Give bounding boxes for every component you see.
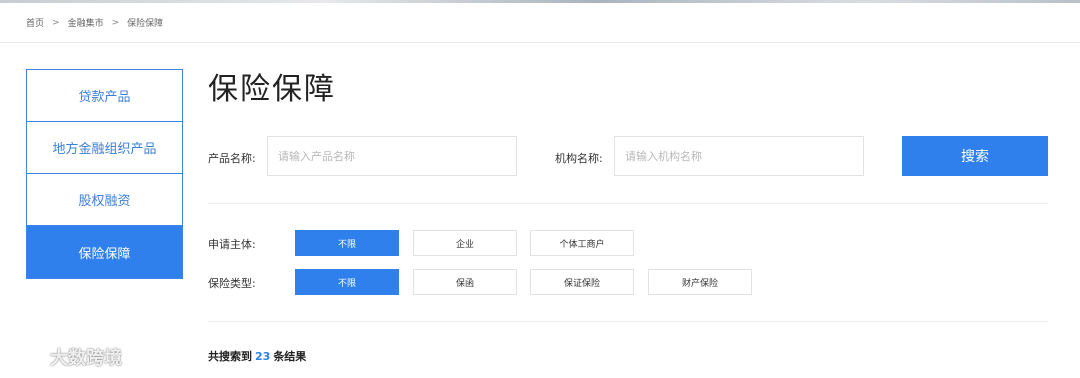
product-name-label: 产品名称: — [208, 152, 256, 165]
type-filter-label: 保险类型: — [208, 277, 256, 290]
sidebar-item-loans[interactable]: 贷款产品 — [27, 70, 182, 122]
search-button[interactable]: 搜索 — [902, 136, 1048, 176]
type-option-surety-insurance[interactable]: 保证保险 — [530, 269, 634, 295]
watermark-text: 大数跨境 — [50, 348, 122, 369]
search-divider — [208, 203, 1048, 204]
subject-option-any[interactable]: 不限 — [295, 230, 399, 256]
header-divider — [0, 42, 1080, 43]
type-option-any[interactable]: 不限 — [295, 269, 399, 295]
result-prefix: 共搜索到 — [208, 350, 252, 363]
subject-filter-label: 申请主体: — [208, 238, 256, 251]
watermark: 大数跨境 — [8, 344, 122, 370]
breadcrumb-separator: > — [111, 17, 120, 28]
type-option-guarantee[interactable]: 保函 — [413, 269, 517, 295]
result-count: 23 — [255, 350, 271, 363]
breadcrumb-finance-market[interactable]: 金融集市 — [68, 16, 104, 29]
product-name-input[interactable] — [267, 136, 517, 176]
org-name-input[interactable] — [614, 136, 864, 176]
sidebar-item-insurance[interactable]: 保险保障 — [27, 226, 182, 278]
page-title: 保险保障 — [208, 72, 336, 107]
filter-divider — [208, 321, 1048, 322]
sidebar-nav: 贷款产品 地方金融组织产品 股权融资 保险保障 — [26, 69, 183, 279]
sidebar-item-local-finance[interactable]: 地方金融组织产品 — [27, 122, 182, 174]
result-suffix: 条结果 — [273, 350, 307, 363]
subject-option-enterprise[interactable]: 企业 — [413, 230, 517, 256]
sidebar-item-equity[interactable]: 股权融资 — [27, 174, 182, 226]
breadcrumb-separator: > — [52, 17, 60, 28]
org-name-label: 机构名称: — [555, 152, 603, 165]
breadcrumb: 首页 > 金融集市 > 保险保障 — [26, 16, 164, 30]
breadcrumb-home[interactable]: 首页 — [26, 16, 44, 29]
subject-option-individual-business[interactable]: 个体工商户 — [530, 230, 634, 256]
result-summary: 共搜索到 23 条结果 — [208, 348, 306, 364]
breadcrumb-current: 保险保障 — [127, 19, 164, 29]
type-option-property-insurance[interactable]: 财产保险 — [648, 269, 752, 295]
watermark-logo-icon — [9, 349, 45, 367]
top-banner-strip — [0, 0, 1080, 3]
